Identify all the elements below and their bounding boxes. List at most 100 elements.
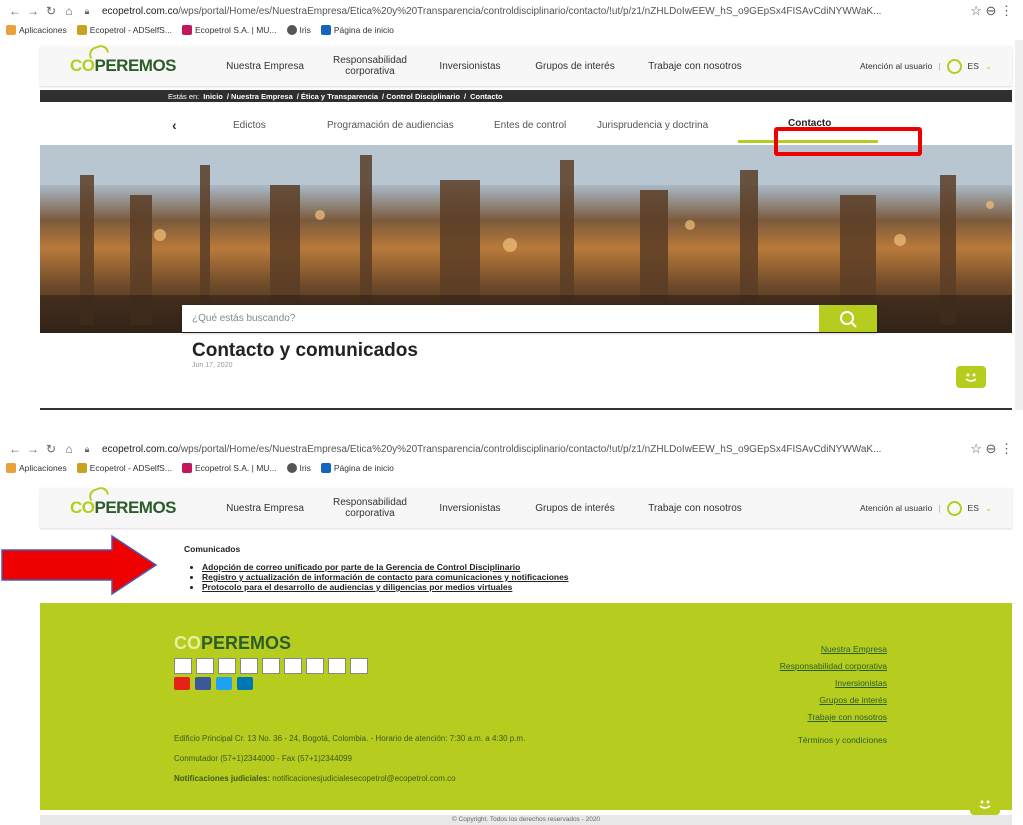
subnav-back-icon[interactable]: ‹ [172,117,177,133]
site-logo[interactable]: COPEREMOS [40,42,210,76]
site-header-2: COPEREMOS Nuestra Empresa Responsabilida… [40,484,1012,528]
forward-arrow-icon[interactable]: → [24,4,42,18]
nav-grupos-interes[interactable]: Grupos de interés [520,61,630,72]
comunicado-link-3[interactable]: Protocolo para el desarrollo de audienci… [202,582,569,592]
bookmark-ecopetrol-mu[interactable]: Ecopetrol S.A. | MU... [181,463,277,473]
back-arrow-icon[interactable]: ← [6,442,24,456]
partner-mu-icon[interactable] [218,658,236,674]
breadcrumb-empresa[interactable]: / Nuestra Empresa [227,92,293,101]
footer-link-terminos[interactable]: Términos y condiciones [780,732,887,749]
comunicado-link-2[interactable]: Registro y actualización de información … [202,572,569,582]
partner-tlo-icon[interactable] [284,658,302,674]
globe-icon[interactable] [946,58,962,74]
bookmark-apps[interactable]: Aplicaciones [6,25,67,35]
footer-notif-email[interactable]: notificacionesjudicialesecopetrol@ecopet… [272,774,455,783]
subnav-jurisprudencia[interactable]: Jurisprudencia y doctrina [597,120,708,131]
nav-inversionistas[interactable]: Inversionistas [420,503,520,514]
youtube-icon[interactable] [174,677,190,690]
chevron-down-icon[interactable]: ⌄ [985,503,992,514]
subnav-edictos[interactable]: Edictos [233,120,266,131]
partner-building-icon[interactable] [306,658,324,674]
partner-box-icon[interactable] [240,658,258,674]
linkedin-icon[interactable] [237,677,253,690]
home-icon[interactable]: ⌂ [60,4,78,18]
chat-bot-button[interactable] [956,366,986,388]
footer-link-grupos[interactable]: Grupos de interés [780,692,887,709]
iris-icon [286,25,297,35]
breadcrumb-etica[interactable]: / Ética y Transparencia [297,92,378,101]
bookmarks-bar-2: Aplicaciones Ecopetrol - ADSelfS... Ecop… [0,460,1023,476]
site-logo[interactable]: COPEREMOS [40,484,210,518]
scrollbar[interactable] [1015,40,1023,410]
chevron-down-icon[interactable]: ⌄ [985,61,992,72]
footer-link-empresa[interactable]: Nuestra Empresa [780,641,887,658]
lock-icon: 🔒︎ [84,443,90,454]
bookmark-apps[interactable]: Aplicaciones [6,463,67,473]
sf-icon [320,463,331,473]
partner-circle-icon[interactable] [262,658,280,674]
nav-nuestra-empresa[interactable]: Nuestra Empresa [210,61,320,72]
globe-icon[interactable] [946,500,962,516]
red-arrow-icon [1,534,158,596]
home-icon[interactable]: ⌂ [60,442,78,456]
search-button[interactable] [819,305,877,332]
chat-bot-button-2[interactable] [970,793,1000,815]
user-attention-link[interactable]: Atención al usuario [860,503,932,513]
search-input[interactable]: ¿Qué estás buscando? [182,313,819,324]
footer-link-trabaje[interactable]: Trabaje con nosotros [780,709,887,726]
apps-grid-icon [6,463,16,473]
star-icon[interactable]: ☆ ⊖ ⋮ [953,441,1023,457]
nav-grupos-interes[interactable]: Grupos de interés [520,503,630,514]
address-bar[interactable]: ecopetrol.com.co/wps/portal/Home/es/Nues… [102,6,953,17]
lang-area: Atención al usuario | ES ⌄ [860,58,1012,74]
footer-logo[interactable]: COPEREMOS [174,633,291,654]
breadcrumb-inicio[interactable]: Inicio [203,92,223,101]
facebook-icon[interactable] [195,677,211,690]
partner-seal-icon[interactable] [174,658,192,674]
comunicado-link-1[interactable]: Adopción de correo unificado por parte d… [202,562,569,572]
footer-link-inversionistas[interactable]: Inversionistas [780,675,887,692]
partner-shield-icon[interactable] [350,658,368,674]
bookmark-ecopetrol-adself[interactable]: Ecopetrol - ADSelfS... [76,463,172,473]
address-bar-2[interactable]: ecopetrol.com.co/wps/portal/Home/es/Nues… [102,444,953,455]
bookmark-iris[interactable]: Iris [286,463,311,473]
nav-responsabilidad[interactable]: Responsabilidad corporativa [320,497,420,519]
lang-area-2: Atención al usuario | ES ⌄ [860,500,1012,516]
breadcrumb-control[interactable]: / Control Disciplinario [382,92,460,101]
footer-info: Edificio Principal Cr. 13 No. 36 - 24, B… [174,733,594,793]
reload-icon[interactable]: ↻ [42,4,60,18]
reload-icon[interactable]: ↻ [42,442,60,456]
star-icon[interactable]: ☆ ⊖ ⋮ [953,3,1023,19]
page-title: Contacto y comunicados [192,340,418,361]
bookmark-home[interactable]: Página de inicio [320,25,394,35]
comunicados-section: Comunicados Adopción de correo unificado… [184,544,569,592]
bookmark-ecopetrol-mu[interactable]: Ecopetrol S.A. | MU... [181,25,277,35]
search-bar: ¿Qué estás buscando? [182,305,877,332]
nav-nuestra-empresa[interactable]: Nuestra Empresa [210,503,320,514]
ecopetrol-icon [76,463,87,473]
bookmark-home[interactable]: Página de inicio [320,463,394,473]
forward-arrow-icon[interactable]: → [24,442,42,456]
search-icon [840,310,857,328]
footer-phones: Conmutador (57+1)2344000 - Fax (57+1)234… [174,754,352,763]
back-arrow-icon[interactable]: ← [6,4,24,18]
twitter-icon[interactable] [216,677,232,690]
ecopetrol-icon [76,25,87,35]
subnav-entes[interactable]: Entes de control [494,120,566,131]
footer-link-responsabilidad[interactable]: Responsabilidad corporativa [780,658,887,675]
screenshot-bottom: ← → ↻ ⌂ 🔒︎ ecopetrol.com.co/wps/portal/H… [0,438,1023,825]
nav-inversionistas[interactable]: Inversionistas [420,61,520,72]
subnav-audiencias[interactable]: Programación de audiencias [327,120,454,131]
lang-selector[interactable]: ES [968,61,979,71]
nav-trabaje[interactable]: Trabaje con nosotros [630,503,760,514]
bookmark-iris[interactable]: Iris [286,25,311,35]
partner-leaf-icon[interactable] [328,658,346,674]
nav-responsabilidad[interactable]: Responsabilidad corporativa [320,55,420,77]
bookmarks-bar: Aplicaciones Ecopetrol - ADSelfS... Ecop… [0,22,1023,38]
bookmark-ecopetrol-adself[interactable]: Ecopetrol - ADSelfS... [76,25,172,35]
user-attention-link[interactable]: Atención al usuario [860,61,932,71]
nav-trabaje[interactable]: Trabaje con nosotros [630,61,760,72]
comunicados-heading: Comunicados [184,544,241,554]
lang-selector[interactable]: ES [968,503,979,513]
partner-doc-icon[interactable] [196,658,214,674]
